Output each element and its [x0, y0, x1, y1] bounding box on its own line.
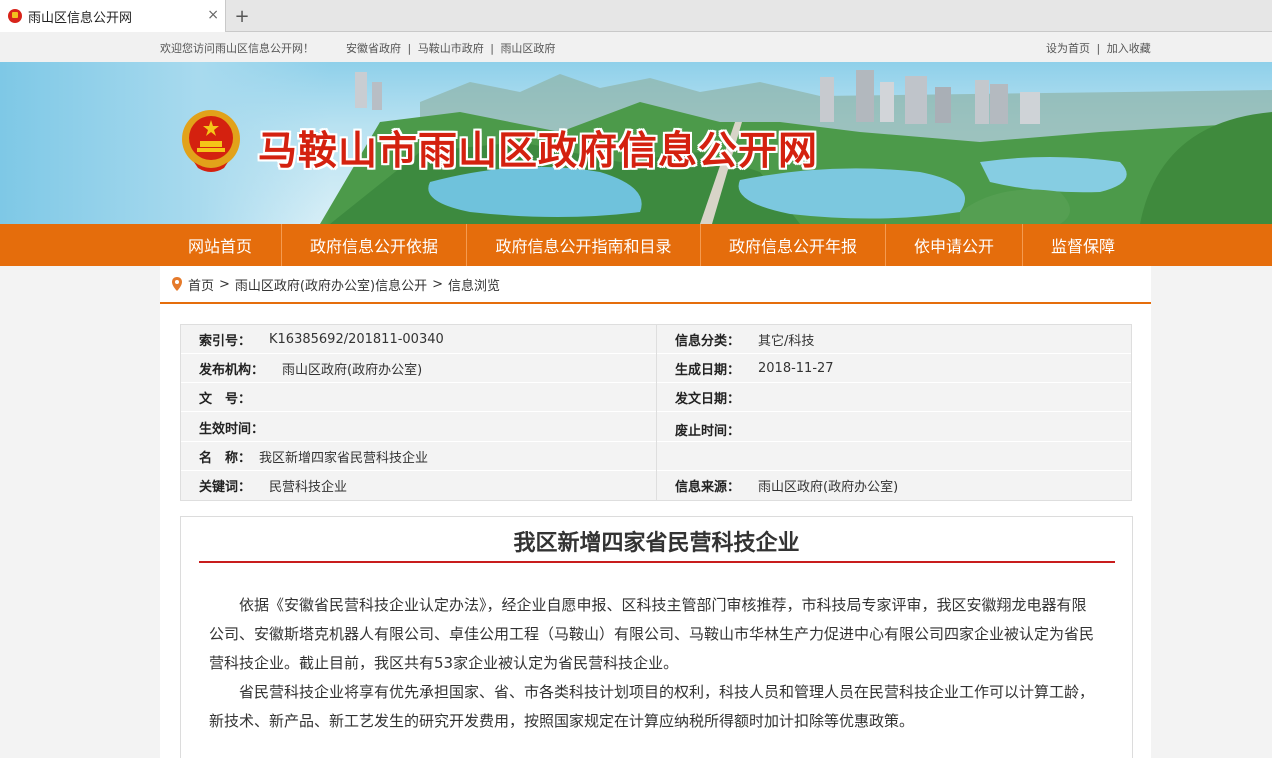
table-row: 发布机构： 雨山区政府(政府办公室) 生成日期： 2018-11-27 [181, 354, 1131, 383]
utility-links: 设为首页 | 加入收藏 [1046, 40, 1151, 56]
breadcrumb-office-disclosure[interactable]: 雨山区政府(政府办公室)信息公开 [235, 275, 427, 294]
tab-close-icon[interactable]: × [207, 7, 219, 23]
keywords-label: 关键词： [199, 480, 252, 495]
nav-disclosure-basis[interactable]: 政府信息公开依据 [282, 224, 466, 266]
nav-supervision[interactable]: 监督保障 [1023, 224, 1143, 266]
new-tab-button[interactable]: + [230, 4, 254, 28]
pub-date-label: 发文日期： [675, 392, 741, 407]
nav-annual-report[interactable]: 政府信息公开年报 [701, 224, 885, 266]
separator: | [407, 42, 412, 55]
breadcrumb: 首页 > 雨山区政府(政府办公室)信息公开 > 信息浏览 [160, 266, 1151, 304]
index-no-label: 索引号： [199, 334, 252, 349]
link-maanshan-gov[interactable]: 马鞍山市政府 [418, 42, 484, 55]
source-value: 雨山区政府(政府办公室) [758, 480, 899, 495]
add-favorite-link[interactable]: 加入收藏 [1107, 42, 1151, 55]
emblem-favicon-icon [8, 9, 22, 23]
article-paragraph: 依据《安徽省民营科技企业认定办法》，经企业自愿申报、区科技主管部门审核推荐，市科… [209, 596, 1095, 672]
category-label: 信息分类： [675, 334, 741, 349]
effective-label: 生效时间： [199, 421, 265, 437]
link-anhui-gov[interactable]: 安徽省政府 [346, 42, 401, 55]
top-link-bar: 欢迎您访问雨山区信息公开网！ 安徽省政府 | 马鞍山市政府 | 雨山区政府 设为… [0, 32, 1272, 62]
source-label: 信息来源： [675, 480, 741, 495]
expire-label: 废止时间： [675, 423, 741, 439]
index-no-value: K16385692/201811-00340 [269, 332, 444, 347]
gen-date-label: 生成日期： [675, 363, 741, 378]
gen-date-value: 2018-11-27 [758, 361, 834, 376]
doc-no-label: 文 号： [199, 392, 252, 407]
name-value: 我区新增四家省民营科技企业 [259, 451, 429, 466]
category-value: 其它/科技 [758, 334, 815, 349]
table-row: 生效时间： 废止时间： [181, 412, 1131, 442]
location-pin-icon [172, 277, 182, 291]
national-emblem-icon [182, 110, 240, 172]
main-nav: 网站首页 政府信息公开依据 政府信息公开指南和目录 政府信息公开年报 依申请公开… [0, 224, 1272, 266]
separator: | [490, 42, 494, 55]
article-paragraph: 省民营科技企业将享有优先承担国家、省、市各类科技计划项目的权利，科技人员和管理人… [209, 683, 1095, 730]
table-row: 关键词： 民营科技企业 信息来源： 雨山区政府(政府办公室) [181, 471, 1131, 500]
site-banner: 马鞍山市雨山区政府信息公开网 [0, 62, 1272, 224]
browser-tab[interactable]: 雨山区信息公开网 × [0, 0, 226, 32]
tab-title: 雨山区信息公开网 [28, 10, 133, 26]
nav-home[interactable]: 网站首页 [160, 224, 280, 266]
table-row: 名 称： 我区新增四家省民营科技企业 [181, 442, 1131, 471]
keywords-value: 民营科技企业 [269, 480, 348, 495]
table-row: 文 号： 发文日期： [181, 383, 1131, 412]
breadcrumb-home[interactable]: 首页 [188, 275, 214, 294]
separator: | [1096, 42, 1101, 55]
publisher-value: 雨山区政府(政府办公室) [282, 363, 423, 378]
nav-apply-disclosure[interactable]: 依申请公开 [886, 224, 1022, 266]
breadcrumb-current: 信息浏览 [447, 278, 500, 294]
set-homepage-link[interactable]: 设为首页 [1046, 42, 1090, 55]
welcome-text: 欢迎您访问雨山区信息公开网！ [160, 42, 314, 55]
title-divider [199, 561, 1115, 563]
site-title: 马鞍山市雨山区政府信息公开网 [258, 129, 819, 174]
table-row: 索引号： K16385692/201811-00340 信息分类： 其它/科技 [181, 325, 1131, 354]
breadcrumb-separator: > [219, 276, 230, 292]
link-yushan-gov[interactable]: 雨山区政府 [500, 42, 555, 55]
breadcrumb-separator: > [432, 276, 443, 292]
main-content: 首页 > 雨山区政府(政府办公室)信息公开 > 信息浏览 索引号： K16385… [160, 266, 1151, 758]
article-title: 我区新增四家省民营科技企业 [513, 531, 800, 556]
name-label: 名 称： [199, 451, 252, 466]
gov-links: 安徽省政府 | 马鞍山市政府 | 雨山区政府 [346, 40, 555, 56]
article-panel: 我区新增四家省民营科技企业 依据《安徽省民营科技企业认定办法》，经企业自愿申报、… [180, 516, 1133, 758]
browser-tabstrip: 雨山区信息公开网 × + [0, 0, 1272, 32]
publisher-label: 发布机构： [199, 363, 265, 378]
nav-disclosure-guide[interactable]: 政府信息公开指南和目录 [467, 224, 700, 266]
document-metadata-table: 索引号： K16385692/201811-00340 信息分类： 其它/科技 … [180, 324, 1132, 501]
